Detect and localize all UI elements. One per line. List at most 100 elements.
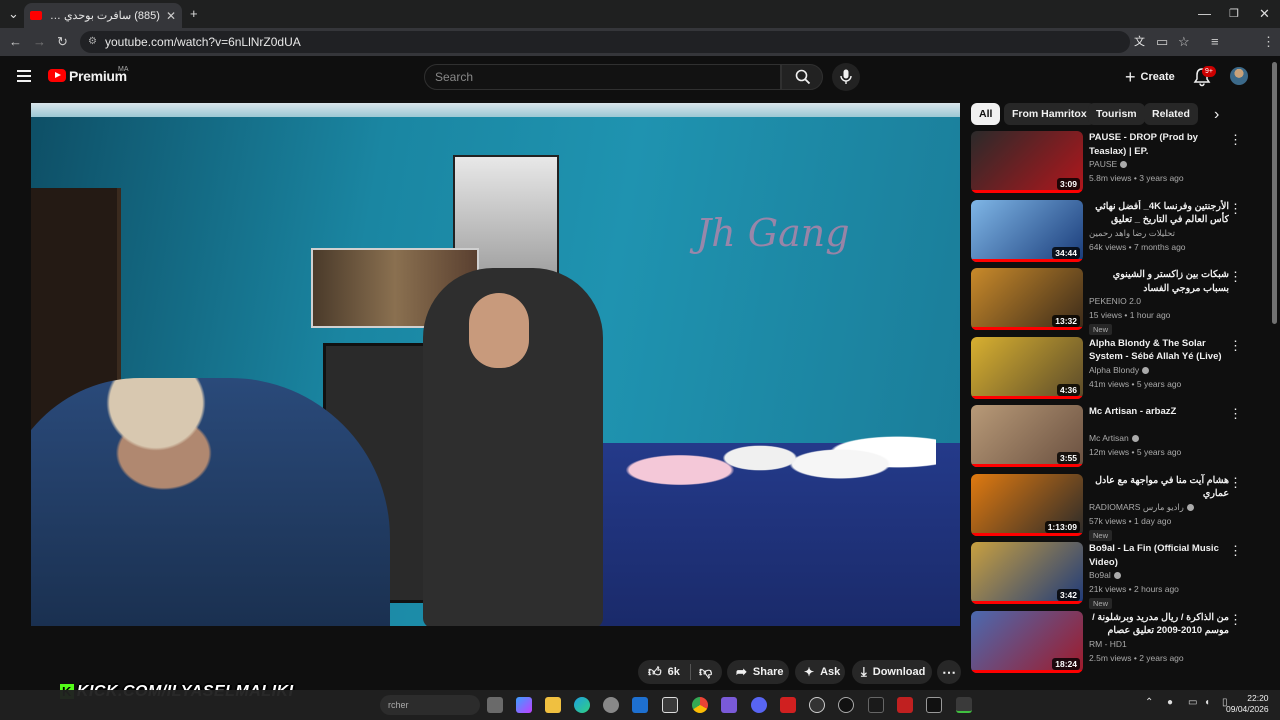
video-title[interactable]: Mc Artisan - arbazZ — [1089, 405, 1229, 419]
minimize-button[interactable]: — — [1198, 5, 1211, 23]
channel-name[interactable]: Bo9al — [1089, 570, 1121, 580]
translate-icon[interactable]: 文 — [1134, 31, 1145, 53]
video-title[interactable]: شبكات بين زاكستر و الشينوي بسباب مروجي ا… — [1089, 268, 1229, 295]
chip-all[interactable]: All — [971, 103, 1001, 125]
recommended-video[interactable]: 13:32 شبكات بين زاكستر و الشينوي بسباب مر… — [971, 268, 1251, 335]
outlook-icon[interactable] — [632, 697, 648, 713]
dislike-button[interactable]: 👎︎ — [691, 664, 712, 680]
channel-name[interactable]: RADIOMARS راديو مارس — [1089, 502, 1194, 513]
video-title[interactable]: Alpha Blondy & The Solar System - Sébé A… — [1089, 337, 1229, 364]
download-button[interactable]: ⤓ Download — [852, 660, 932, 684]
recorder-icon[interactable] — [897, 697, 913, 713]
video-thumbnail[interactable]: 3:42 — [971, 542, 1083, 604]
video-player[interactable]: Jh Gang — [31, 103, 960, 626]
video-thumbnail[interactable]: 3:09 — [971, 131, 1083, 193]
search-button[interactable] — [781, 64, 823, 90]
tray-chevron-icon[interactable]: ⌃ — [1145, 697, 1153, 708]
recommended-video[interactable]: 34:44 الأرجنتين وفرنسا 4K_ أفضل نهائي كأس… — [971, 199, 1251, 264]
capcut-icon[interactable] — [926, 697, 942, 713]
more-options-icon[interactable]: ⋮ — [1229, 407, 1242, 420]
video-title[interactable]: هشام آيت منا في مواجهة مع عادل عماري — [1089, 474, 1229, 501]
tray-mic-icon[interactable]: ● — [1167, 697, 1173, 708]
video-thumbnail[interactable]: 1:13:09 — [971, 473, 1083, 536]
more-options-icon[interactable]: ⋮ — [1229, 202, 1242, 215]
channel-name[interactable]: PEKENIO 2.0 — [1089, 296, 1141, 306]
taskbar-search[interactable]: rcher — [380, 695, 480, 715]
more-options-icon[interactable]: ⋮ — [1229, 544, 1242, 557]
forward-icon[interactable]: → — [33, 33, 46, 51]
more-options-icon[interactable]: ⋮ — [1229, 133, 1242, 146]
video-thumbnail[interactable]: 13:32 — [971, 268, 1083, 330]
video-thumbnail[interactable]: 18:24 — [971, 610, 1083, 673]
chip-tourism[interactable]: Tourism — [1088, 103, 1145, 125]
chip-related[interactable]: Related — [1144, 103, 1198, 125]
more-actions-button[interactable]: ⋯ — [937, 660, 961, 684]
chips-next-icon[interactable]: › — [1214, 106, 1219, 124]
settings-icon[interactable] — [603, 697, 619, 713]
back-icon[interactable]: ← — [9, 33, 22, 51]
like-button[interactable]: 👍︎ 6k — [638, 664, 690, 680]
channel-name[interactable]: PAUSE — [1089, 159, 1128, 169]
tray-network-icon[interactable]: ▭ — [1188, 697, 1197, 708]
task-view-icon[interactable] — [487, 697, 503, 713]
app-icon[interactable] — [838, 697, 854, 713]
browser-tab[interactable]: (885) سافرت بوحدي للتايلاند тн وا ✕ — [24, 3, 182, 28]
video-thumbnail[interactable]: 4:36 — [971, 336, 1083, 399]
recommended-video[interactable]: 3:42 Bo9al - La Fin (Official Music Video… — [971, 542, 1251, 609]
channel-name[interactable]: Mc Artisan — [1089, 433, 1139, 443]
youtube-logo-icon[interactable] — [48, 69, 66, 82]
chip-from-hamritox[interactable]: From Hamritox — [1004, 103, 1095, 125]
cast-icon[interactable]: ▭ — [1156, 33, 1168, 51]
tray-volume-icon[interactable]: ◖ — [1204, 697, 1210, 708]
more-options-icon[interactable]: ⋮ — [1229, 613, 1242, 626]
tab-search-icon[interactable]: ⌄ — [8, 5, 19, 23]
file-explorer-icon[interactable] — [545, 697, 561, 713]
store-icon[interactable] — [662, 697, 678, 713]
recommended-video[interactable]: 1:13:09 هشام آيت منا في مواجهة مع عادل عم… — [971, 473, 1251, 541]
share-button[interactable]: ➦ Share — [727, 660, 789, 684]
playlist-icon[interactable]: ≡ — [1211, 33, 1219, 51]
restore-button[interactable]: ❐ — [1229, 5, 1239, 23]
more-options-icon[interactable]: ⋮ — [1229, 270, 1242, 283]
close-tab-icon[interactable]: ✕ — [166, 9, 176, 23]
recommended-video[interactable]: 4:36 Alpha Blondy & The Solar System - Sé… — [971, 336, 1251, 401]
more-options-icon[interactable]: ⋮ — [1229, 476, 1242, 489]
channel-name[interactable]: تحليلات رضا واهد رحمين — [1089, 228, 1175, 239]
recommended-video[interactable]: 18:24 من الذاكرة / ريال مدريد وبرشلونة / … — [971, 610, 1251, 675]
video-title[interactable]: PAUSE - DROP (Prod by Teaslax) | EP. MET… — [1089, 131, 1229, 158]
browser-menu-icon[interactable]: ⋮ — [1262, 33, 1275, 51]
create-button[interactable]: + Create — [1119, 64, 1179, 90]
address-bar[interactable]: ⚙ youtube.com/watch?v=6nLlNrZ0dUA 文 — [80, 31, 1145, 53]
close-window-button[interactable]: ✕ — [1259, 5, 1270, 23]
video-thumbnail[interactable]: 3:55 — [971, 405, 1083, 467]
channel-name[interactable]: RM - HD1 — [1089, 639, 1127, 649]
recommended-video[interactable]: 3:09 PAUSE - DROP (Prod by Teaslax) | EP.… — [971, 131, 1251, 195]
recommended-video[interactable]: 3:55 Mc Artisan - arbazZ Mc Artisan 12m vie… — [971, 405, 1251, 469]
discord-icon[interactable] — [751, 697, 767, 713]
chrome-icon[interactable] — [692, 697, 708, 713]
video-title[interactable]: من الذاكرة / ريال مدريد وبرشلونة / موسم … — [1089, 611, 1229, 638]
game-controller-icon[interactable] — [721, 697, 737, 713]
bookmark-star-icon[interactable]: ☆ — [1178, 33, 1190, 51]
terminal-icon[interactable] — [868, 697, 884, 713]
obs-icon[interactable] — [809, 697, 825, 713]
copilot-icon[interactable] — [516, 697, 532, 713]
video-title[interactable]: الأرجنتين وفرنسا 4K_ أفضل نهائي كأس العا… — [1089, 200, 1229, 227]
search-input[interactable]: Search — [424, 64, 781, 90]
video-title[interactable]: Bo9al - La Fin (Official Music Video) — [1089, 542, 1229, 569]
voice-search-button[interactable] — [832, 63, 860, 91]
site-info-icon[interactable]: ⚙ — [88, 31, 97, 53]
menu-icon[interactable] — [17, 70, 31, 82]
channel-name[interactable]: Alpha Blondy — [1089, 365, 1150, 375]
acrobat-icon[interactable] — [780, 697, 796, 713]
page-scrollbar[interactable] — [1272, 62, 1277, 324]
video-thumbnail[interactable]: 34:44 — [971, 199, 1083, 262]
account-avatar[interactable] — [1230, 67, 1248, 85]
system-clock[interactable]: 22:20 09/04/2026 — [1226, 693, 1269, 715]
more-options-icon[interactable]: ⋮ — [1229, 339, 1242, 352]
ask-button[interactable]: ✦ Ask — [795, 660, 845, 684]
play-app-icon[interactable] — [956, 697, 972, 713]
new-tab-button[interactable]: + — [190, 5, 198, 23]
edge-icon[interactable] — [574, 697, 590, 713]
reload-icon[interactable]: ↻ — [57, 33, 68, 51]
